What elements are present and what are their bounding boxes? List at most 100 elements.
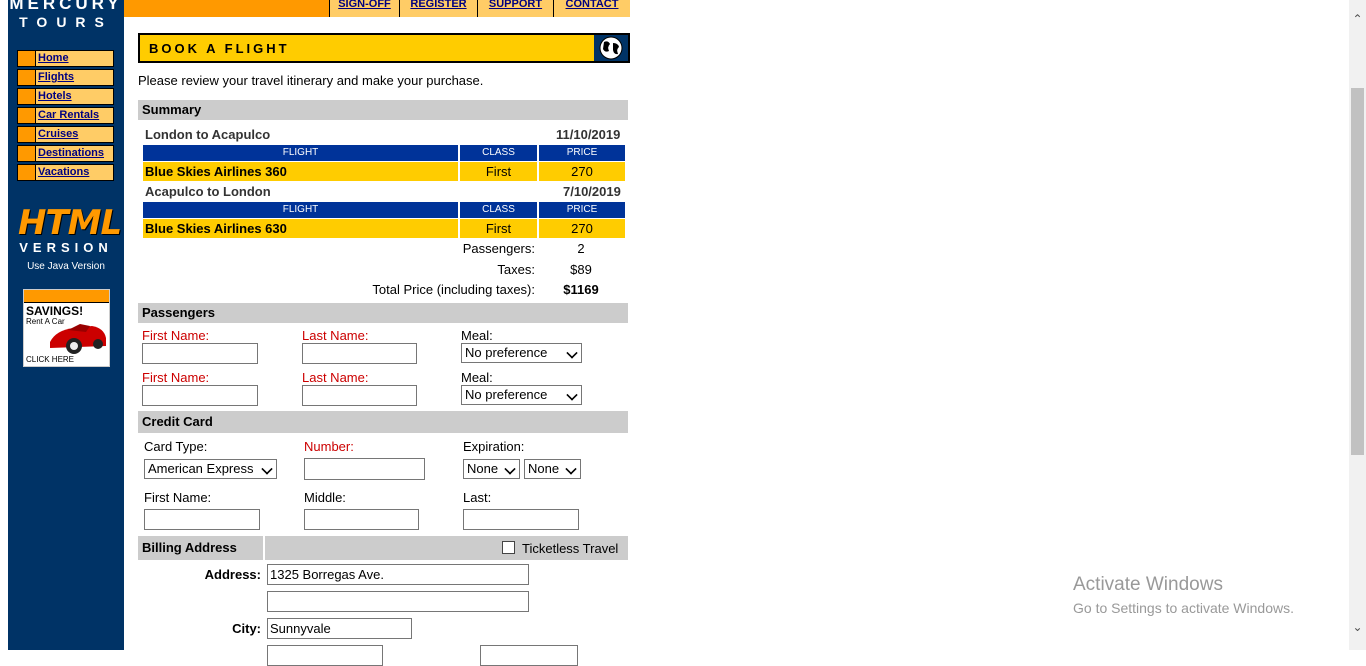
sidebar-link-vacations[interactable]: Vacations [38,166,89,178]
bullet-square [18,146,36,161]
expiration-month-select[interactable]: None [463,459,520,479]
html-version-big: HTML [18,203,122,243]
scroll-up-icon[interactable]: ⌃ [1351,12,1364,26]
logo-line1: MERCURY [9,0,123,13]
passenger2-meal-select[interactable]: No preference [461,385,582,405]
sidebar-link-home[interactable]: Home [38,52,69,64]
passenger1-first-input[interactable] [142,343,258,364]
billing-address-header: Billing Address [138,536,263,560]
cc-last-label: Last: [463,490,492,505]
chevron-down-icon [504,463,516,475]
expiration-year-select[interactable]: None [524,459,581,479]
contact-link[interactable]: CONTACT [554,0,630,10]
total-label: Total Price (including taxes): [372,282,535,297]
summary-title: Summary [142,102,202,117]
passengers-section-header: Passengers [138,303,628,323]
java-version-link[interactable]: Use Java Version [18,261,114,272]
logo-line2: TOURS [19,14,113,30]
leg2-flight: Blue Skies Airlines 630 [143,219,458,238]
top-nav-sign-off[interactable]: SIGN-OFF [329,0,399,17]
cc-first-name-label: First Name: [144,490,212,505]
top-nav-register[interactable]: REGISTER [399,0,477,17]
sidebar-item-hotels[interactable]: Hotels [17,88,114,105]
leg2-price: 270 [539,219,625,238]
postal-code-input[interactable] [480,645,578,666]
sidebar-item-vacations[interactable]: Vacations [17,164,114,181]
leg2-route: Acapulco to London [145,184,271,199]
sidebar-item-home[interactable]: Home [17,50,114,67]
card-number-label: Number: [304,439,354,454]
state-input[interactable] [267,645,383,666]
sidebar-link-hotels[interactable]: Hotels [38,90,72,102]
passenger1-meal-label: Meal: [461,328,493,343]
support-link[interactable]: SUPPORT [478,0,553,10]
leg1-col-flight: FLIGHT [143,145,458,161]
vertical-scrollbar[interactable]: ⌃ ⌄ [1349,0,1366,650]
billing-title: Billing Address [142,540,237,555]
leg1-date: 11/10/2019 [556,127,621,142]
card-number-input[interactable] [304,458,425,480]
ad-title: SAVINGS! [26,304,84,318]
mercury-tours-logo[interactable]: MERCURY TOURS [8,0,124,30]
html-version-badge: HTML VERSION Use Java Version [18,203,122,272]
scrollbar-thumb[interactable] [1351,88,1364,455]
leg1-class: First [460,162,537,181]
cc-last-input[interactable] [463,509,579,530]
passengers-label: Passengers: [462,241,535,256]
sidebar-link-car-rentals[interactable]: Car Rentals [38,109,99,121]
passenger2-first-label: First Name: [142,370,210,385]
passenger1-last-input[interactable] [302,343,417,364]
taxes-label: Taxes: [497,262,535,277]
activate-windows-watermark: Activate Windows Go to Settings to activ… [1073,574,1294,616]
cc-first-name-input[interactable] [144,509,260,530]
cc-middle-input[interactable] [304,509,419,530]
leg2-col-price: PRICE [539,202,625,218]
chevron-down-icon [566,347,578,359]
passenger1-meal-select[interactable]: No preference [461,343,582,363]
leg1-flight: Blue Skies Airlines 360 [143,162,458,181]
sidebar-link-flights[interactable]: Flights [38,71,74,83]
expiration-label: Expiration: [463,439,525,454]
total-value: $1169 [563,282,599,297]
exp-month-value: None [467,461,499,476]
bullet-square [18,165,36,180]
leg2-col-flight: FLIGHT [143,202,458,218]
top-nav-support[interactable]: SUPPORT [477,0,553,17]
book-a-flight-header: BOOK A FLIGHT [138,33,630,63]
sidebar-item-cruises[interactable]: Cruises [17,126,114,143]
register-link[interactable]: REGISTER [400,0,477,10]
city-input[interactable] [267,618,412,639]
sidebar-item-flights[interactable]: Flights [17,69,114,86]
bullet-square [18,127,36,142]
summary-section-header: Summary [138,100,628,120]
sign-off-link[interactable]: SIGN-OFF [330,0,399,10]
address-line1-input[interactable] [267,564,529,585]
card-type-label: Card Type: [144,439,208,454]
rent-a-car-ad[interactable]: SAVINGS! Rent A Car CLICK HERE [23,289,110,367]
sidebar-item-destinations[interactable]: Destinations [17,145,114,162]
bullet-square [18,108,36,123]
leg2-class: First [460,219,537,238]
passenger2-last-input[interactable] [302,385,417,406]
sidebar-link-cruises[interactable]: Cruises [38,128,78,140]
leg1-price: 270 [539,162,625,181]
address-line2-input[interactable] [267,591,529,612]
passenger2-first-input[interactable] [142,385,258,406]
cc-middle-label: Middle: [304,490,346,505]
ad-click-here: CLICK HERE [26,355,75,364]
passenger1-first-label: First Name: [142,328,210,343]
sidebar-link-destinations[interactable]: Destinations [38,147,104,159]
top-nav-contact[interactable]: CONTACT [553,0,630,17]
sidebar-item-car-rentals[interactable]: Car Rentals [17,107,114,124]
leg1-col-class: CLASS [460,145,537,161]
intro-text: Please review your travel itinerary and … [138,73,484,88]
leg1-route: London to Acapulco [145,127,271,142]
globe-icon [594,35,628,61]
red-car-icon [50,324,106,354]
scroll-down-icon[interactable]: ⌄ [1351,620,1364,634]
ticketless-label: Ticketless Travel [522,541,619,556]
passenger2-meal-label: Meal: [461,370,493,385]
ticketless-checkbox[interactable] [502,541,515,554]
chevron-down-icon [566,389,578,401]
card-type-select[interactable]: American Express [144,459,277,479]
